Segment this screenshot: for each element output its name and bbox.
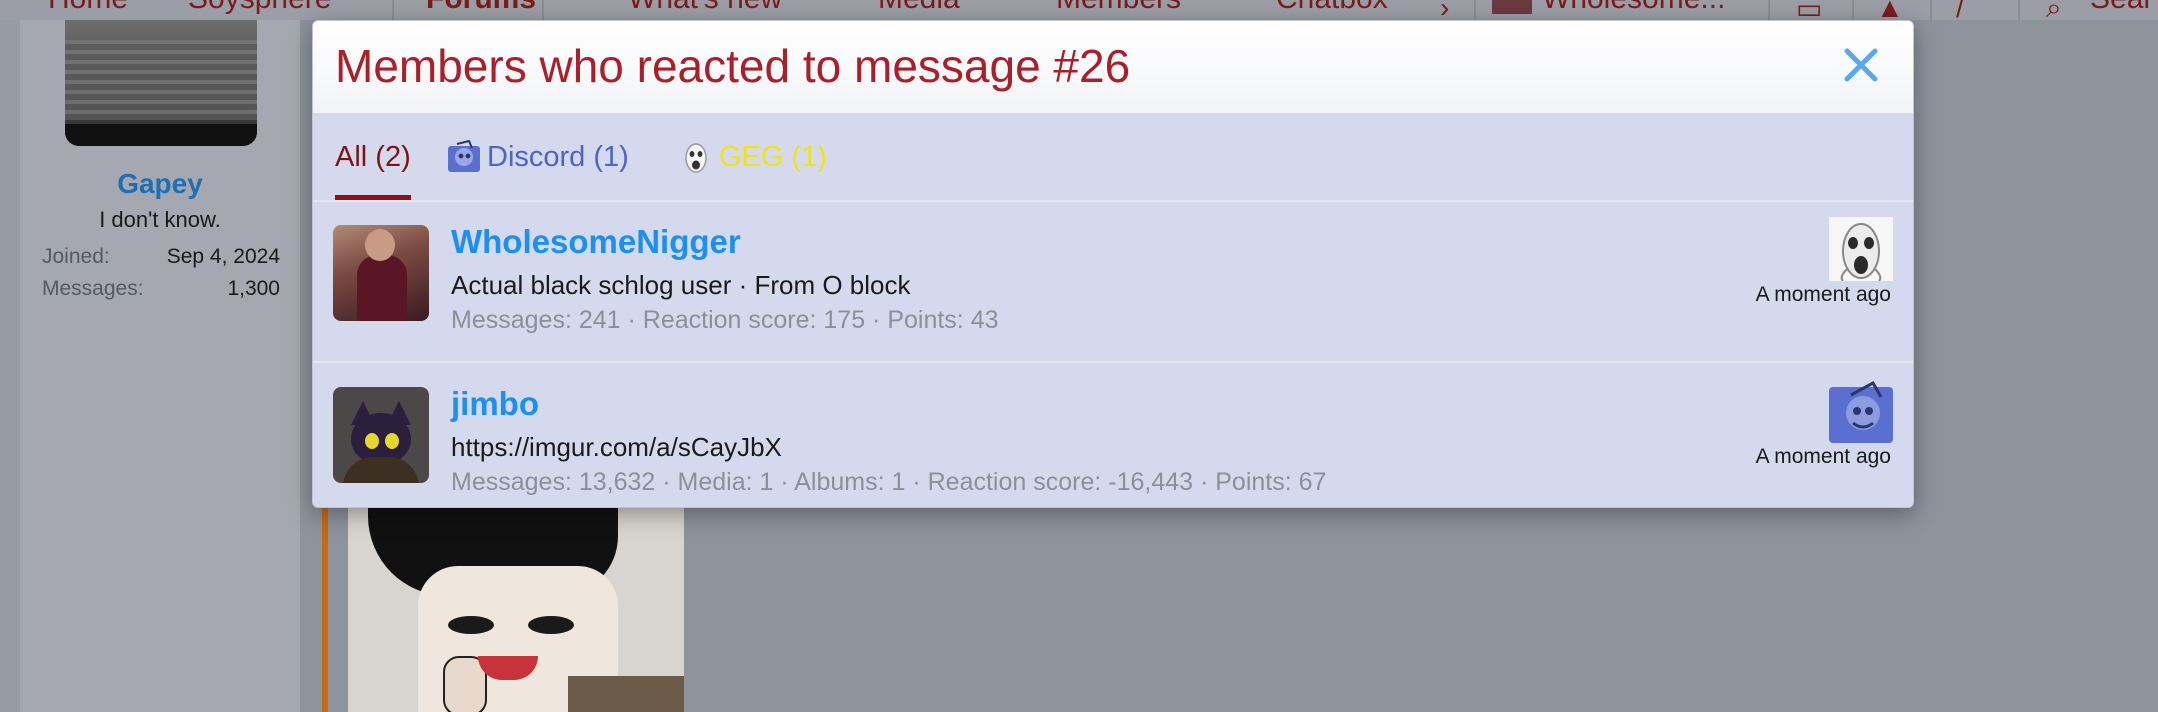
geg-reaction-icon [1829,217,1893,281]
search-icon[interactable]: ⌕ [2046,0,2062,20]
modal-header: Members who reacted to message #26 [313,21,1913,114]
reaction-tabs: All (2) Discord (1) GEG (1) [313,114,1913,202]
reaction-time: A moment ago [1755,445,1891,468]
chevron-right-icon[interactable]: › [1440,0,1449,20]
member-username[interactable]: WholesomeNigger [451,223,741,261]
message-user-panel: Gapey I don't know. Joined: Sep 4, 2024 … [20,20,302,712]
nav-forums[interactable]: Forums [426,0,536,16]
tab-label: All (2) [335,140,411,173]
nav-chatbox[interactable]: Chatbox [1276,0,1388,16]
avatar-image-detail [343,457,419,483]
member-stats: Messages: 241 · Reaction score: 175 · Po… [451,306,999,334]
avatar-image-detail [365,433,379,449]
image-detail [528,616,574,634]
stat-value: 1,300 [227,277,280,300]
account-avatar[interactable] [1492,0,1532,14]
avatar-image-detail [65,40,257,120]
user-name[interactable]: Gapey [20,168,300,200]
top-navigation: Home Soyspherе Forums What's new Media M… [0,0,2158,20]
nav-search[interactable]: Sear [2090,0,2153,16]
image-detail [568,676,684,712]
geg-reaction-icon [685,143,707,173]
nav-divider [1852,0,1854,20]
tab-label: Discord (1) [487,140,629,173]
member-username[interactable]: jimbo [451,385,539,423]
reaction-time: A moment ago [1755,283,1891,306]
avatar-image-detail [365,229,395,261]
nav-soysphere[interactable]: Soyspherе [188,0,331,16]
tab-discord[interactable]: Discord (1) [447,114,629,200]
discord-reaction-icon [1829,380,1893,443]
close-button[interactable] [1837,41,1885,89]
member-stats: Messages: 13,632 · Media: 1 · Albums: 1 … [451,468,1327,496]
avatar[interactable] [333,225,429,321]
stat-messages: Messages: 1,300 [42,277,280,301]
nav-whats-new[interactable]: What's new [628,0,782,16]
stat-joined: Joined: Sep 4, 2024 [42,245,280,269]
avatar[interactable] [333,387,429,483]
close-icon [1844,48,1878,82]
post-attached-image[interactable] [348,506,684,712]
discord-reaction-icon [448,140,480,172]
nav-members[interactable]: Members [1056,0,1181,16]
modal-title: Members who reacted to message #26 [335,40,1131,92]
stat-value: Sep 4, 2024 [166,245,280,268]
list-item: WholesomeNigger Actual black schlog user… [313,201,1913,363]
pencil-icon[interactable]: / [1956,0,1964,20]
tab-geg[interactable]: GEG (1) [679,114,827,200]
image-detail [448,616,494,634]
nav-divider [1768,0,1770,20]
user-title: I don't know. [99,207,221,232]
tab-label: GEG (1) [719,140,827,173]
member-blurb: Actual black schlog user · From O block [451,270,911,300]
member-blurb: https://imgur.com/a/sCayJbX [451,432,782,462]
nav-divider [392,0,394,20]
avatar-image-detail [357,255,407,321]
avatar[interactable] [65,20,257,146]
nav-divider [1474,0,1476,20]
reactions-modal: Members who reacted to message #26 All (… [312,20,1914,508]
nav-divider [2018,0,2020,20]
inbox-icon[interactable]: ▭ [1796,0,1822,20]
nav-media[interactable]: Media [878,0,960,16]
bell-icon[interactable]: ▲ [1876,0,1904,20]
nav-divider [542,0,544,20]
stat-label: Messages: [42,277,144,300]
nav-divider [1930,0,1932,20]
list-item: jimbo https://imgur.com/a/sCayJbX Messag… [313,363,1913,507]
nav-account[interactable]: Wholesome... [1542,0,1725,16]
stat-label: Joined: [42,245,110,268]
nav-home[interactable]: Home [48,0,128,16]
avatar-image-detail [385,433,399,449]
page-gutter [0,20,20,712]
avatar-image-detail [65,124,257,146]
post-quote-accent [322,506,328,712]
tab-all[interactable]: All (2) [335,114,411,200]
